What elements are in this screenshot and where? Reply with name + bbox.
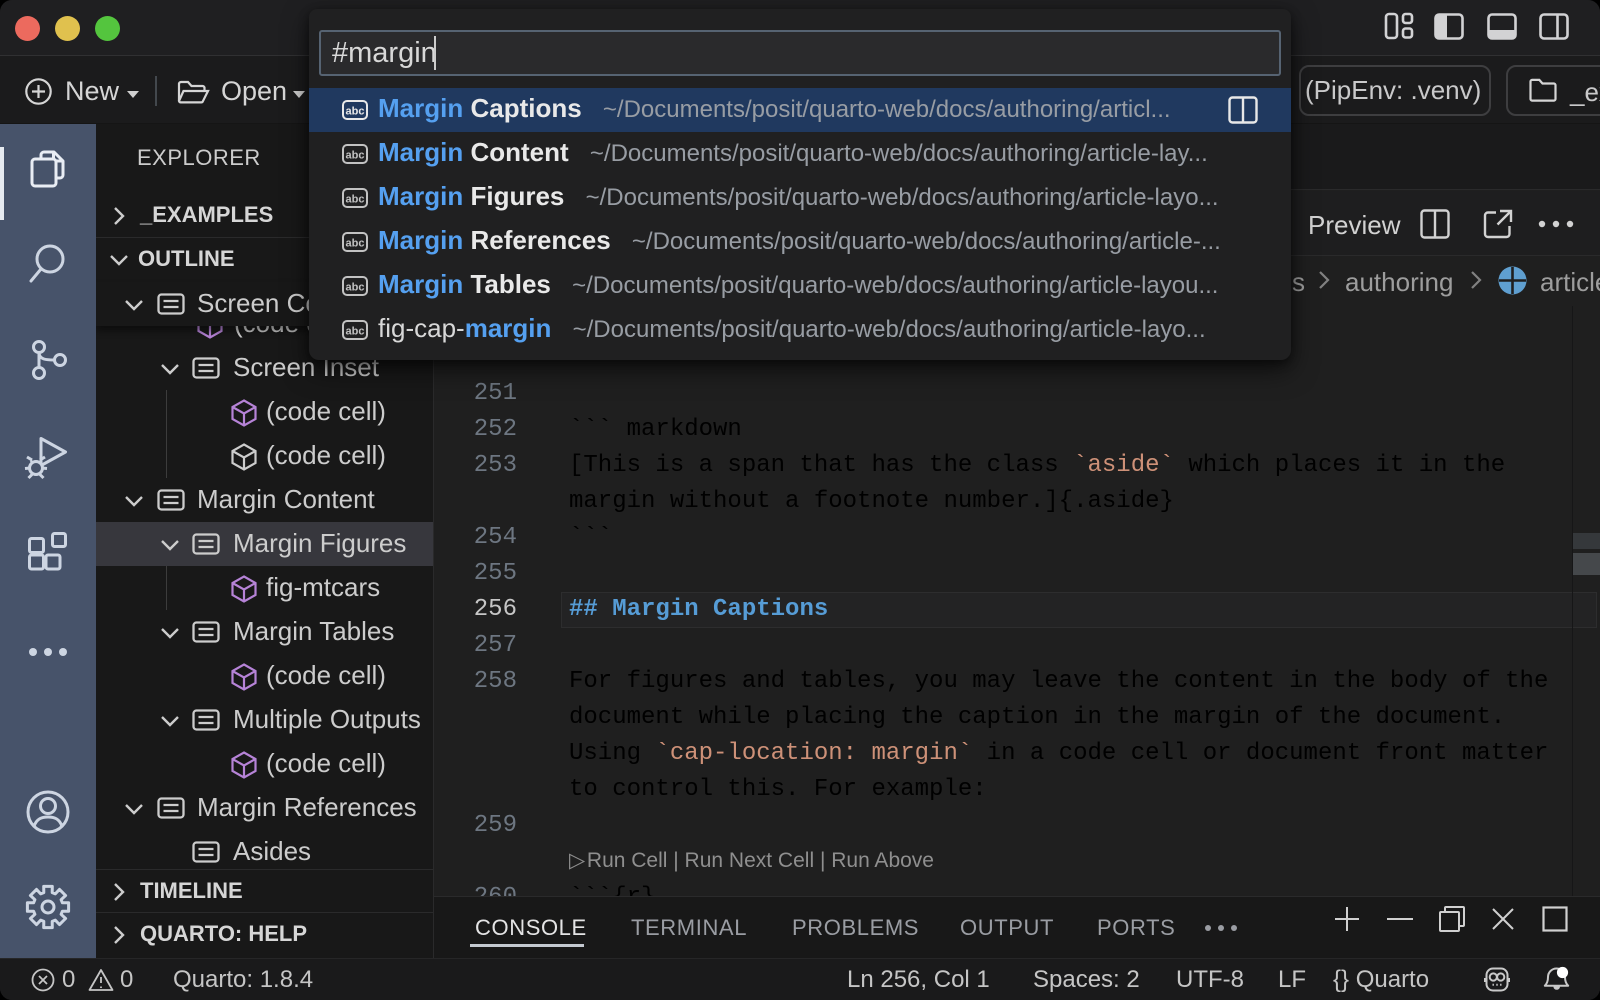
svg-text:abc: abc (346, 238, 365, 250)
svg-text:abc: abc (346, 194, 365, 206)
svg-text:abc: abc (346, 326, 365, 338)
svg-text:abc: abc (346, 106, 365, 118)
svg-text:abc: abc (346, 282, 365, 294)
svg-text:abc: abc (346, 150, 365, 162)
